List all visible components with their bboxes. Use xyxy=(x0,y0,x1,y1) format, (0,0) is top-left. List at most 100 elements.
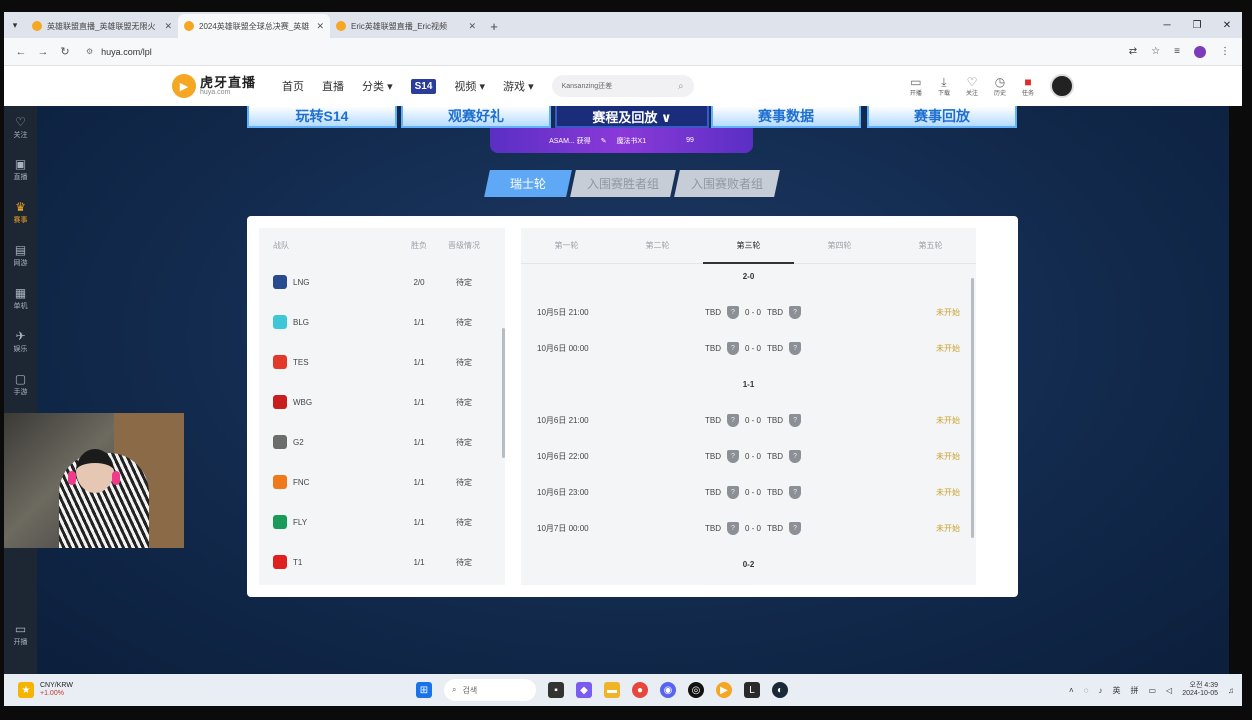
round-tab-4[interactable]: 第四轮 xyxy=(794,228,885,263)
banner-event-replay[interactable]: 赛事回放 xyxy=(867,106,1017,128)
tab-swiss-round[interactable]: 瑞士轮 xyxy=(484,170,572,197)
team-row[interactable]: G2 1/1 待定 xyxy=(259,422,505,462)
sidebar-item-broadcast[interactable]: ▭ 开播 xyxy=(4,623,37,647)
url-field[interactable]: ⚙ huya.com/lpl xyxy=(86,47,152,57)
profile-avatar[interactable] xyxy=(1194,45,1206,58)
round-tab-3[interactable]: 第三轮 xyxy=(703,228,794,264)
match-row[interactable]: 10月7日 00:00 TBD? 0 - 0 TBD? 未开始 xyxy=(521,519,976,537)
chrome-icon[interactable]: ● xyxy=(632,682,648,698)
round-tab-2[interactable]: 第二轮 xyxy=(612,228,703,263)
round-tab-1[interactable]: 第一轮 xyxy=(521,228,612,263)
match-row[interactable]: 10月6日 22:00 TBD? 0 - 0 TBD? 未开始 xyxy=(521,447,976,465)
menu-dots-icon[interactable]: ⋮ xyxy=(1220,46,1230,57)
round-tab-5[interactable]: 第五轮 xyxy=(885,228,976,263)
nav-video[interactable]: 视频 ▾ xyxy=(454,78,485,94)
network-icon[interactable]: ◌ xyxy=(1084,686,1089,695)
nav-category[interactable]: 分类 ▾ xyxy=(362,78,393,94)
browser-tab-1[interactable]: 2024英雄联盟全球总决赛_英雄 ✕ xyxy=(178,14,330,38)
team-row[interactable]: LNG 2/0 待定 xyxy=(259,262,505,302)
system-clock[interactable]: 오전 4:39 2024-10-05 xyxy=(1182,682,1218,698)
league-client-icon[interactable]: L xyxy=(744,682,760,698)
url-text: huya.com/lpl xyxy=(101,46,152,57)
search-icon[interactable]: ⌕ xyxy=(678,81,684,92)
matches-scrollbar[interactable] xyxy=(971,278,974,538)
sidebar-item-single-player[interactable]: ▦ 单机 xyxy=(4,287,37,311)
search-input[interactable]: Kansanzing还差 ⌕ xyxy=(551,75,694,97)
tab-playin-losers[interactable]: 入围赛败者组 xyxy=(674,170,780,197)
s14-badge[interactable]: S14 xyxy=(410,78,437,94)
banner-event-data[interactable]: 赛事数据 xyxy=(711,106,861,128)
notification-bell-icon[interactable]: ♫ xyxy=(1228,686,1234,695)
huya-app-icon[interactable]: ▶ xyxy=(716,682,732,698)
standings-scrollbar[interactable] xyxy=(502,328,505,458)
huya-logo[interactable]: ▶ 虎牙直播 huya.com xyxy=(172,74,256,98)
windows-start-icon[interactable]: ⊞ xyxy=(416,682,432,698)
huya-favicon-icon xyxy=(184,21,194,31)
sidebar-item-entertainment[interactable]: ✈ 娱乐 xyxy=(4,330,37,354)
nav-home[interactable]: 首页 xyxy=(282,78,304,94)
tab-playin-winners[interactable]: 入围赛胜者组 xyxy=(570,170,676,197)
browser-tab-0[interactable]: 英雄联盟直播_英雄联盟无限火 ✕ xyxy=(26,14,178,38)
taskbar-search[interactable]: ⌕ 검색 xyxy=(444,679,536,701)
tab-search-icon[interactable]: ▾ xyxy=(4,12,26,38)
new-tab-button[interactable]: + xyxy=(482,14,506,38)
minimize-icon[interactable]: ─ xyxy=(1152,20,1182,31)
close-icon[interactable]: ✕ xyxy=(316,21,324,32)
close-icon[interactable]: ✕ xyxy=(468,21,476,32)
match-row[interactable]: 10月6日 00:00 TBD? 0 - 0 TBD? 未开始 xyxy=(521,339,976,357)
user-avatar[interactable] xyxy=(1050,74,1074,98)
fx-widget[interactable]: ★ CNY/KRW +1.00% xyxy=(18,682,73,698)
tray-chevron-up-icon[interactable]: ˄ xyxy=(1069,686,1074,695)
display-icon[interactable]: ▭ xyxy=(1148,686,1156,695)
close-icon[interactable]: ✕ xyxy=(164,21,172,32)
huya-favicon-icon xyxy=(336,21,346,31)
banner-viewing-gifts[interactable]: 观赛好礼 xyxy=(401,106,551,128)
reload-icon[interactable]: ↻ xyxy=(54,45,76,58)
banner-play-s14[interactable]: 玩转S14 xyxy=(247,106,397,128)
team-row[interactable]: BLG 1/1 待定 xyxy=(259,302,505,342)
copilot-icon[interactable]: ◆ xyxy=(576,682,592,698)
forward-icon[interactable]: → xyxy=(32,46,54,58)
match-row[interactable]: 10月5日 21:00 TBD? 0 - 0 TBD? 未开始 xyxy=(521,303,976,321)
sidebar-item-online-games[interactable]: ▤ 网游 xyxy=(4,244,37,268)
fx-change: +1.00% xyxy=(40,690,64,697)
banner-schedule-replay[interactable]: 赛程及回放 ∨ xyxy=(555,106,709,128)
volume-icon[interactable]: ◁ xyxy=(1166,686,1172,695)
bookmark-star-icon[interactable]: ☆ xyxy=(1151,46,1160,57)
task-view-icon[interactable]: ▪ xyxy=(548,682,564,698)
mic-icon[interactable]: ♪ xyxy=(1098,686,1102,695)
close-window-icon[interactable]: ✕ xyxy=(1212,20,1242,31)
back-icon[interactable]: ← xyxy=(10,46,32,58)
nav-game[interactable]: 游戏 ▾ xyxy=(503,78,534,94)
translate-icon[interactable]: ⇄ xyxy=(1129,46,1137,57)
tool-follow[interactable]: ♡ 关注 xyxy=(966,76,978,97)
sidebar-item-live[interactable]: ▣ 直播 xyxy=(4,158,37,182)
team-row[interactable]: TES 1/1 待定 xyxy=(259,342,505,382)
browser-tab-2[interactable]: Eric英雄联盟直播_Eric视频 ✕ xyxy=(330,14,482,38)
sidebar-item-mobile-games[interactable]: ▢ 手游 xyxy=(4,373,37,397)
tool-task[interactable]: ■ 任务 xyxy=(1022,76,1034,97)
match-row[interactable]: 10月6日 23:00 TBD? 0 - 0 TBD? 未开始 xyxy=(521,483,976,501)
ime-mode[interactable]: 拼 xyxy=(1130,685,1138,696)
nav-live[interactable]: 直播 xyxy=(322,78,344,94)
tool-download[interactable]: ⤓ 下载 xyxy=(938,76,950,97)
steam-icon[interactable]: ◐ xyxy=(772,682,788,698)
match-row[interactable]: 10月6日 21:00 TBD? 0 - 0 TBD? 未开始 xyxy=(521,411,976,429)
maximize-icon[interactable]: ❐ xyxy=(1182,20,1212,31)
site-info-icon[interactable]: ⚙ xyxy=(86,47,93,56)
tool-history[interactable]: ◷ 历史 xyxy=(994,76,1006,97)
team-row[interactable]: WBG 1/1 待定 xyxy=(259,382,505,422)
ime-lang[interactable]: 英 xyxy=(1112,685,1120,696)
sidebar-item-follow[interactable]: ♡ 关注 xyxy=(4,116,37,140)
team-row[interactable]: FNC 1/1 待定 xyxy=(259,462,505,502)
schedule-panel: 战队 胜负 晋级情况 LNG 2/0 待定 BLG 1/1 待定 TES 1/1 待定 WBG 1/… xyxy=(247,216,1018,597)
media-icon[interactable]: ≡ xyxy=(1174,46,1180,57)
shield-icon: ? xyxy=(727,485,739,499)
team-row[interactable]: T1 1/1 待定 xyxy=(259,542,505,582)
team-row[interactable]: FLY 1/1 待定 xyxy=(259,502,505,542)
obs-icon[interactable]: ◎ xyxy=(688,682,704,698)
discord-icon[interactable]: ◉ xyxy=(660,682,676,698)
file-explorer-icon[interactable]: ▬ xyxy=(604,682,620,698)
sidebar-item-esports[interactable]: ♛ 赛事 xyxy=(4,201,37,225)
tool-broadcast[interactable]: ▭ 开播 xyxy=(910,76,922,97)
